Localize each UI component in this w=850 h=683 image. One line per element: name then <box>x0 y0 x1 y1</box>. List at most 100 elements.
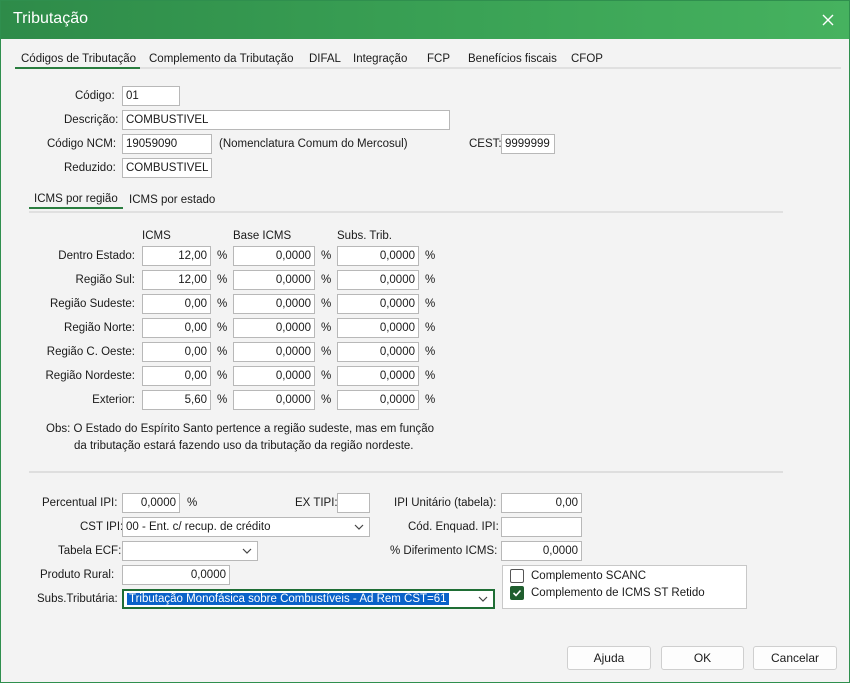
obs-line-1: Obs: O Estado do Espírito Santo pertence… <box>46 423 435 435</box>
base-icms-input[interactable]: 0,0000 <box>233 270 315 290</box>
tab-integracao[interactable]: Integração <box>353 53 407 65</box>
icms-percent: % <box>217 298 228 310</box>
window-title: Tributação <box>13 10 88 27</box>
tab-difal[interactable]: DIFAL <box>309 53 341 65</box>
cest-label: CEST: <box>469 138 502 150</box>
cst-ipi-value: 00 - Ent. c/ recup. de crédito <box>126 521 271 533</box>
subs-trib-label: Subs.Tributária: <box>37 593 118 605</box>
subs-trib-value: Tributação Monofásica sobre Combustíveis… <box>127 593 449 605</box>
icms-percent: % <box>217 322 228 334</box>
chevron-down-icon <box>354 524 364 530</box>
icms-row-label: Exterior: <box>92 394 135 406</box>
tabela-ecf-label: Tabela ECF: <box>58 545 122 557</box>
subs-trib-input[interactable]: 0,0000 <box>337 270 419 290</box>
active-tab-underline <box>15 67 140 69</box>
subs-trib-percent: % <box>425 322 436 334</box>
base-icms-percent: % <box>321 250 332 262</box>
subs-trib-percent: % <box>425 250 436 262</box>
base-icms-percent: % <box>321 274 332 286</box>
base-icms-input[interactable]: 0,0000 <box>233 294 315 314</box>
icms-row-label: Região Sul: <box>75 274 135 286</box>
diferimento-label: % Diferimento ICMS: <box>390 545 498 557</box>
tab-cfop[interactable]: CFOP <box>571 53 603 65</box>
section-divider <box>29 471 783 473</box>
base-icms-input[interactable]: 0,0000 <box>233 366 315 386</box>
title-bar: Tributação <box>1 1 849 39</box>
header-subs-trib: Subs. Trib. <box>337 230 392 242</box>
tab-complemento-tributacao[interactable]: Complemento da Tributação <box>149 53 293 65</box>
icms-percent: % <box>217 250 228 262</box>
subs-trib-input[interactable]: 0,0000 <box>337 246 419 266</box>
icms-st-retido-label: Complemento de ICMS ST Retido <box>531 587 705 599</box>
icms-input[interactable]: 0,00 <box>142 294 211 314</box>
base-icms-percent: % <box>321 298 332 310</box>
subs-trib-percent: % <box>425 346 436 358</box>
subtab-icms-regiao[interactable]: ICMS por região <box>34 193 118 205</box>
codigo-input[interactable]: 01 <box>122 86 180 106</box>
reduzido-input[interactable]: COMBUSTIVEL <box>122 158 212 178</box>
chevron-down-icon <box>242 548 252 554</box>
descricao-input[interactable]: COMBUSTIVEL <box>122 110 450 130</box>
base-icms-input[interactable]: 0,0000 <box>233 246 315 266</box>
close-button[interactable] <box>813 5 843 35</box>
cod-enquad-label: Cód. Enquad. IPI: <box>408 521 499 533</box>
produto-rural-input[interactable]: 0,0000 <box>122 565 230 585</box>
cancel-button[interactable]: Cancelar <box>753 646 837 670</box>
chevron-down-icon <box>478 596 488 602</box>
icms-st-retido-checkbox[interactable] <box>510 586 524 600</box>
ok-button[interactable]: OK <box>661 646 744 670</box>
header-base-icms: Base ICMS <box>233 230 292 242</box>
icms-input[interactable]: 12,00 <box>142 270 211 290</box>
icms-percent: % <box>217 346 228 358</box>
base-icms-percent: % <box>321 346 332 358</box>
icms-percent: % <box>217 370 228 382</box>
base-icms-input[interactable]: 0,0000 <box>233 342 315 362</box>
descricao-label: Descrição: <box>64 114 119 126</box>
ncm-label: Código NCM: <box>47 138 117 150</box>
subs-trib-percent: % <box>425 298 436 310</box>
icms-percent: % <box>217 394 228 406</box>
icms-input[interactable]: 0,00 <box>142 318 211 338</box>
cst-ipi-select[interactable]: 00 - Ent. c/ recup. de crédito <box>122 517 370 537</box>
close-icon <box>822 14 834 26</box>
base-icms-input[interactable]: 0,0000 <box>233 390 315 410</box>
tab-fcp[interactable]: FCP <box>427 53 450 65</box>
subs-trib-input[interactable]: 0,0000 <box>337 390 419 410</box>
icms-input[interactable]: 0,00 <box>142 342 211 362</box>
ncm-input[interactable]: 19059090 <box>122 134 212 154</box>
ipi-unitario-input[interactable]: 0,00 <box>501 493 582 513</box>
subs-trib-input[interactable]: 0,0000 <box>337 294 419 314</box>
active-subtab-underline <box>29 207 123 209</box>
base-icms-percent: % <box>321 322 332 334</box>
subs-trib-percent: % <box>425 370 436 382</box>
icms-row-label: Região C. Oeste: <box>46 346 135 358</box>
icms-input[interactable]: 0,00 <box>142 366 211 386</box>
icms-input[interactable]: 5,60 <box>142 390 211 410</box>
produto-rural-label: Produto Rural: <box>40 569 115 581</box>
icms-input[interactable]: 12,00 <box>142 246 211 266</box>
cest-input[interactable]: 9999999 <box>501 134 555 154</box>
subs-trib-percent: % <box>425 394 436 406</box>
cst-ipi-label: CST IPI: <box>80 521 124 533</box>
subs-trib-input[interactable]: 0,0000 <box>337 366 419 386</box>
tab-beneficios-fiscais[interactable]: Benefícios fiscais <box>468 53 557 65</box>
ipi-input[interactable]: 0,0000 <box>122 493 180 513</box>
base-icms-input[interactable]: 0,0000 <box>233 318 315 338</box>
subs-trib-input[interactable]: 0,0000 <box>337 342 419 362</box>
icms-percent: % <box>217 274 228 286</box>
base-icms-percent: % <box>321 370 332 382</box>
subs-trib-input[interactable]: 0,0000 <box>337 318 419 338</box>
scanc-checkbox[interactable] <box>510 569 524 583</box>
icms-row-label: Região Sudeste: <box>49 298 135 310</box>
ex-tipi-input[interactable] <box>337 493 370 513</box>
subs-trib-select[interactable]: Tributação Monofásica sobre Combustíveis… <box>122 589 495 609</box>
cod-enquad-input[interactable] <box>501 517 582 537</box>
diferimento-input[interactable]: 0,0000 <box>501 541 582 561</box>
codigo-label: Código: <box>75 90 115 102</box>
subtab-icms-estado[interactable]: ICMS por estado <box>129 194 215 206</box>
tabela-ecf-select[interactable] <box>122 541 258 561</box>
ipi-percent: % <box>187 497 198 509</box>
icms-row-label: Dentro Estado: <box>58 250 135 262</box>
ipi-label: Percentual IPI: <box>42 497 118 509</box>
help-button[interactable]: Ajuda <box>567 646 651 670</box>
